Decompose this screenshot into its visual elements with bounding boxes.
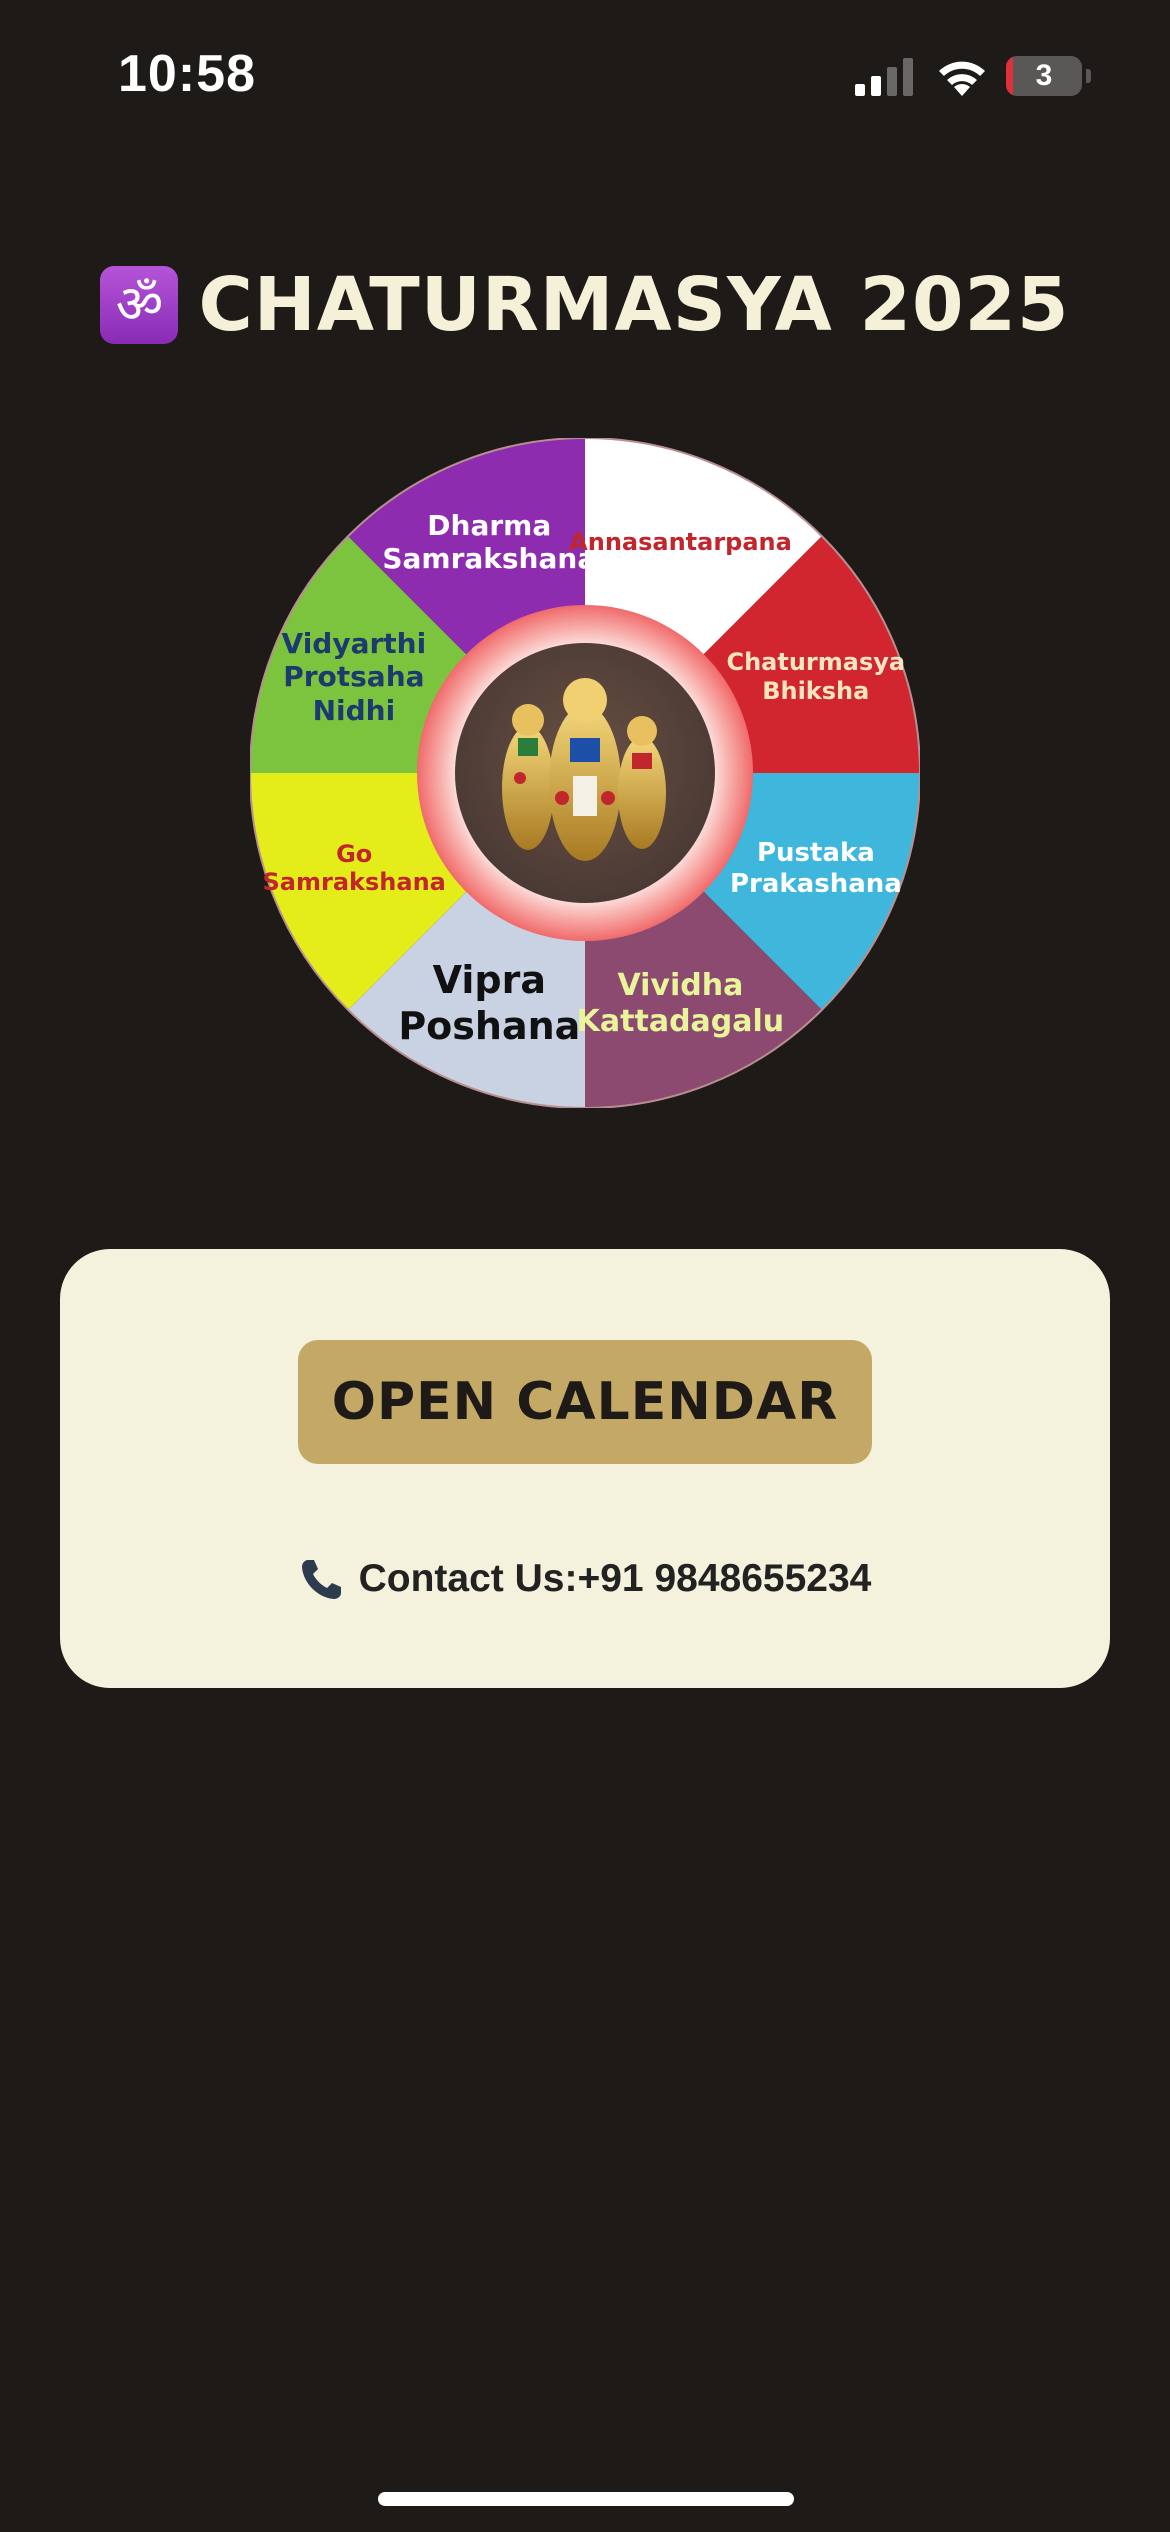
action-card: OPEN CALENDAR Contact Us:+91 9848655234 (60, 1249, 1110, 1688)
wheel-segment-label: Pustaka Prakashana (729, 837, 902, 899)
wheel-segment-label: Dharma Samrakshana (382, 508, 597, 576)
wheel-segment-label: Vidyarthi Protsaha Nidhi (281, 626, 427, 728)
signal-icon (855, 58, 913, 96)
wheel-segment-label: Go Samrakshana (262, 839, 446, 897)
status-time: 10:58 (118, 45, 256, 103)
battery-icon: 3 (1006, 56, 1092, 96)
page-title: CHATURMASYA 2025 (198, 262, 1070, 348)
seva-wheel: Annasantarpana Chaturmasya Bhiksha Pustaka P… (250, 438, 920, 1108)
battery-level: 3 (1035, 59, 1053, 92)
om-icon: ॐ (100, 266, 179, 344)
open-calendar-button[interactable]: OPEN CALENDAR (298, 1340, 872, 1464)
phone-icon (301, 1560, 341, 1599)
wheel-segment-label: Chaturmasya Bhiksha (726, 648, 906, 706)
home-indicator[interactable] (378, 2492, 794, 2506)
deity-idols-image (455, 643, 715, 903)
wifi-icon (939, 61, 985, 96)
contact-info[interactable]: Contact Us:+91 9848655234 (60, 1549, 1110, 1609)
wheel-segment-label: Annasantarpana (569, 527, 792, 556)
wheel-segment-label: Vividha Kattadagalu (576, 967, 785, 1039)
wheel-segment-label: Vipra Poshana (398, 958, 581, 1049)
page-header: ॐ CHATURMASYA 2025 (0, 260, 1170, 350)
contact-text: Contact Us:+91 9848655234 (358, 1557, 872, 1600)
status-bar: 10:58 3 (0, 0, 1170, 150)
